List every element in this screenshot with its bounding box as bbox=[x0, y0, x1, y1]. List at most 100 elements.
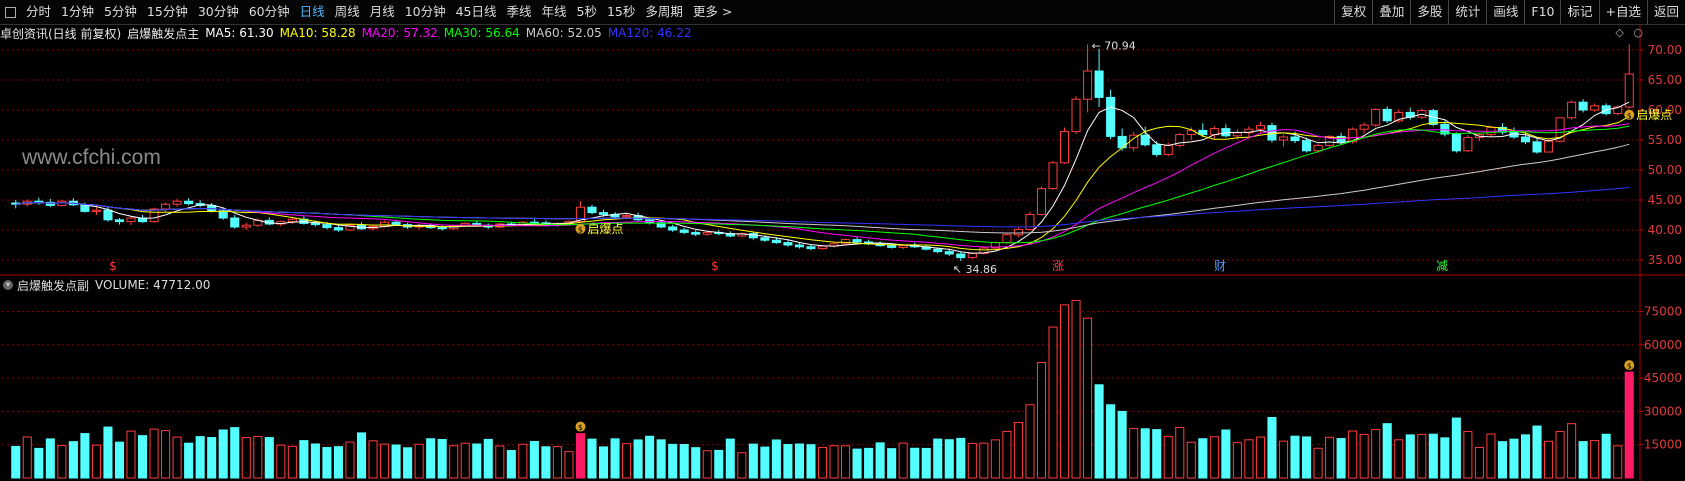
candle-body bbox=[598, 212, 609, 215]
period-tab-13[interactable]: 5秒 bbox=[572, 0, 602, 24]
ma-line-ma5 bbox=[15, 101, 1630, 254]
signal-marker: $ bbox=[1624, 109, 1635, 120]
candle-body bbox=[287, 218, 297, 223]
volume-bar bbox=[656, 439, 666, 479]
collapse-icon[interactable]: ▾ bbox=[3, 280, 13, 290]
volume-bar bbox=[1509, 438, 1519, 479]
period-tab-15[interactable]: 多周期 bbox=[640, 0, 688, 24]
volume-bar bbox=[518, 443, 528, 479]
period-tab-9[interactable]: 10分钟 bbox=[400, 0, 451, 24]
tool-button-1[interactable]: 叠加 bbox=[1372, 0, 1410, 24]
period-tab-0[interactable]: 分时 bbox=[21, 0, 56, 24]
volume-signal-marker: $ bbox=[575, 421, 586, 432]
tool-button-2[interactable]: 多股 bbox=[1410, 0, 1448, 24]
period-tab-4[interactable]: 30分钟 bbox=[193, 0, 244, 24]
volume-bar bbox=[864, 447, 874, 479]
period-tab-1[interactable]: 1分钟 bbox=[56, 0, 99, 24]
volume-bars bbox=[11, 299, 1634, 479]
volume-bar bbox=[898, 442, 908, 479]
volume-bar bbox=[1463, 430, 1473, 479]
candle bbox=[587, 204, 597, 215]
candle bbox=[679, 227, 689, 235]
candle bbox=[1371, 108, 1381, 127]
candle-body bbox=[1544, 140, 1554, 153]
volume-bar bbox=[783, 444, 793, 479]
candle bbox=[783, 240, 793, 247]
volume-bar bbox=[1083, 317, 1093, 479]
event-tag: 财 bbox=[1214, 259, 1226, 273]
low-annotation: ↖ 34.86 bbox=[953, 263, 997, 276]
volume-bar bbox=[356, 432, 367, 479]
volume-tick-label: 15000 bbox=[1644, 438, 1682, 452]
main-chart-header: 卓创资讯(日线 前复权) 启爆触发点主 MA5: 61.30 MA10: 58.2… bbox=[0, 24, 704, 42]
price-tick-label: 35.00 bbox=[1648, 253, 1682, 267]
stock-chart[interactable]: 70.0065.0060.0055.0050.0045.0040.0035.00… bbox=[0, 0, 1685, 481]
tool-button-4[interactable]: 画线 bbox=[1486, 0, 1524, 24]
period-tab-14[interactable]: 15秒 bbox=[602, 0, 640, 24]
volume-bar bbox=[1198, 438, 1208, 479]
volume-bar bbox=[483, 438, 493, 479]
event-tag: 减 bbox=[1436, 259, 1448, 273]
volume-bar bbox=[1232, 442, 1242, 479]
candle-body bbox=[103, 209, 113, 221]
tool-button-5[interactable]: F10 bbox=[1524, 0, 1560, 24]
ma-label-5: MA120: 46.22 bbox=[607, 26, 692, 40]
candle-body bbox=[967, 252, 977, 259]
volume-bar bbox=[1440, 437, 1450, 479]
period-tab-7[interactable]: 周线 bbox=[330, 0, 365, 24]
volume-bar bbox=[979, 442, 989, 479]
candle-body bbox=[1232, 132, 1242, 137]
volume-bar bbox=[668, 443, 678, 479]
candle-body bbox=[944, 251, 954, 255]
period-tab-12[interactable]: 年线 bbox=[537, 0, 572, 24]
panel-square-icon[interactable] bbox=[5, 6, 16, 18]
diamond-icon[interactable]: ◇ bbox=[1615, 26, 1623, 39]
candle-body bbox=[1520, 136, 1531, 143]
period-tab-10[interactable]: 45日线 bbox=[451, 0, 502, 24]
circle-icon[interactable]: ○ bbox=[1633, 26, 1643, 39]
candle-body bbox=[1140, 134, 1150, 146]
candle-body bbox=[1013, 228, 1023, 236]
volume-tick-label: 45000 bbox=[1644, 371, 1682, 385]
tool-button-0[interactable]: 复权 bbox=[1334, 0, 1372, 24]
tool-button-3[interactable]: 统计 bbox=[1448, 0, 1486, 24]
tool-button-7[interactable]: +自选 bbox=[1598, 0, 1647, 24]
volume-bar bbox=[1175, 426, 1185, 479]
volume-bar bbox=[1094, 384, 1104, 479]
volume-bar bbox=[80, 433, 90, 479]
tool-button-6[interactable]: 标记 bbox=[1560, 0, 1598, 24]
candle bbox=[1544, 139, 1554, 153]
period-tab-2[interactable]: 5分钟 bbox=[99, 0, 142, 24]
period-tab-6[interactable]: 日线 bbox=[295, 0, 330, 24]
volume-bar bbox=[426, 438, 436, 479]
main-indicator-name[interactable]: 启爆触发点主 bbox=[127, 25, 199, 42]
volume-bar bbox=[506, 450, 516, 479]
signal-marker: $ bbox=[575, 223, 586, 234]
volume-bar bbox=[91, 444, 101, 479]
candle bbox=[1175, 132, 1185, 148]
candle-body bbox=[1371, 108, 1381, 126]
period-tab-16[interactable]: 更多 > bbox=[688, 0, 737, 24]
signal-label: 启爆点 bbox=[1636, 108, 1672, 122]
candle-body bbox=[1048, 162, 1058, 190]
period-tab-5[interactable]: 60分钟 bbox=[244, 0, 295, 24]
period-tab-3[interactable]: 15分钟 bbox=[142, 0, 193, 24]
period-tab-8[interactable]: 月线 bbox=[365, 0, 400, 24]
volume-bar bbox=[829, 445, 839, 479]
volume-bar bbox=[541, 446, 551, 479]
candle-body bbox=[668, 226, 678, 231]
candle-body bbox=[852, 239, 862, 243]
volume-bar bbox=[1013, 422, 1023, 479]
tool-button-8[interactable]: 返回 bbox=[1646, 0, 1685, 24]
volume-bar bbox=[1140, 428, 1150, 479]
volume-bar bbox=[195, 436, 205, 479]
volume-bar bbox=[990, 439, 1000, 479]
sub-indicator-name[interactable]: 启爆触发点副 bbox=[17, 277, 89, 294]
volume-bar bbox=[610, 438, 620, 479]
candle bbox=[161, 202, 171, 212]
candle-body bbox=[1578, 101, 1588, 111]
candle bbox=[852, 237, 862, 244]
stock-name: 卓创资讯(日线 前复权) bbox=[0, 26, 122, 41]
volume-bar bbox=[460, 442, 470, 479]
period-tab-11[interactable]: 季线 bbox=[502, 0, 537, 24]
